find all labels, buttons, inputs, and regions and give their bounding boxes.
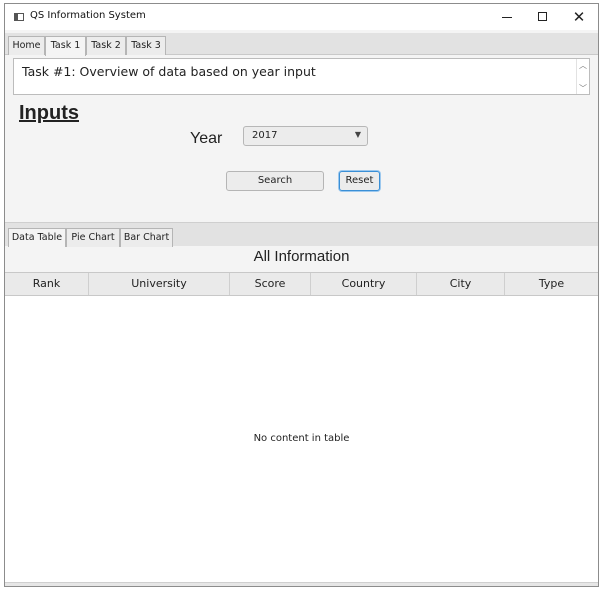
year-value: 2017 bbox=[252, 130, 278, 141]
minimize-icon bbox=[502, 17, 512, 18]
tab-task-1[interactable]: Task 1 bbox=[45, 36, 86, 56]
column-header-score[interactable]: Score bbox=[230, 273, 311, 295]
tab-data-table[interactable]: Data Table bbox=[8, 228, 66, 247]
data-table[interactable]: Rank University Score Country City Type … bbox=[5, 272, 598, 584]
minimize-button[interactable] bbox=[489, 4, 525, 30]
maximize-icon bbox=[538, 12, 547, 21]
year-dropdown[interactable]: 2017 ▼ bbox=[243, 126, 368, 146]
tab-bar-chart[interactable]: Bar Chart bbox=[120, 228, 173, 247]
scroll-down-icon[interactable]: ﹀ bbox=[579, 83, 587, 94]
horizontal-scrollbar[interactable] bbox=[5, 582, 598, 586]
close-icon: ✕ bbox=[572, 8, 586, 26]
view-tab-bar: Data Table Pie Chart Bar Chart bbox=[5, 222, 598, 247]
column-header-country[interactable]: Country bbox=[311, 273, 417, 295]
vertical-scrollbar[interactable]: ︿ ﹀ bbox=[576, 59, 589, 94]
column-header-type[interactable]: Type bbox=[505, 273, 598, 295]
window-title: QS Information System bbox=[30, 10, 146, 21]
table-title: All Information bbox=[253, 248, 350, 265]
column-header-rank[interactable]: Rank bbox=[5, 273, 89, 295]
app-icon bbox=[14, 13, 24, 21]
tab-task-2[interactable]: Task 2 bbox=[86, 36, 126, 55]
tab-home[interactable]: Home bbox=[8, 36, 45, 55]
title-bar[interactable]: QS Information System ✕ bbox=[5, 4, 598, 30]
reset-button[interactable]: Reset bbox=[339, 171, 380, 191]
app-window: QS Information System ✕ Home Task 1 Task… bbox=[4, 3, 599, 587]
inputs-heading: Inputs bbox=[19, 102, 79, 124]
close-button[interactable]: ✕ bbox=[561, 4, 597, 30]
task-description: Task #1: Overview of data based on year … bbox=[22, 64, 316, 79]
tab-pie-chart[interactable]: Pie Chart bbox=[66, 228, 120, 247]
search-button[interactable]: Search bbox=[226, 171, 324, 191]
year-label: Year bbox=[190, 130, 223, 147]
empty-table-message: No content in table bbox=[253, 433, 350, 444]
column-header-university[interactable]: University bbox=[89, 273, 230, 295]
maximize-button[interactable] bbox=[525, 4, 561, 30]
column-header-city[interactable]: City bbox=[417, 273, 505, 295]
table-header: Rank University Score Country City Type bbox=[5, 273, 598, 296]
task-description-area[interactable]: Task #1: Overview of data based on year … bbox=[13, 58, 590, 95]
dropdown-arrow-icon: ▼ bbox=[354, 130, 361, 139]
tab-task-3[interactable]: Task 3 bbox=[126, 36, 166, 55]
main-tab-bar: Home Task 1 Task 2 Task 3 bbox=[5, 33, 598, 56]
scroll-up-icon[interactable]: ︿ bbox=[579, 60, 587, 71]
